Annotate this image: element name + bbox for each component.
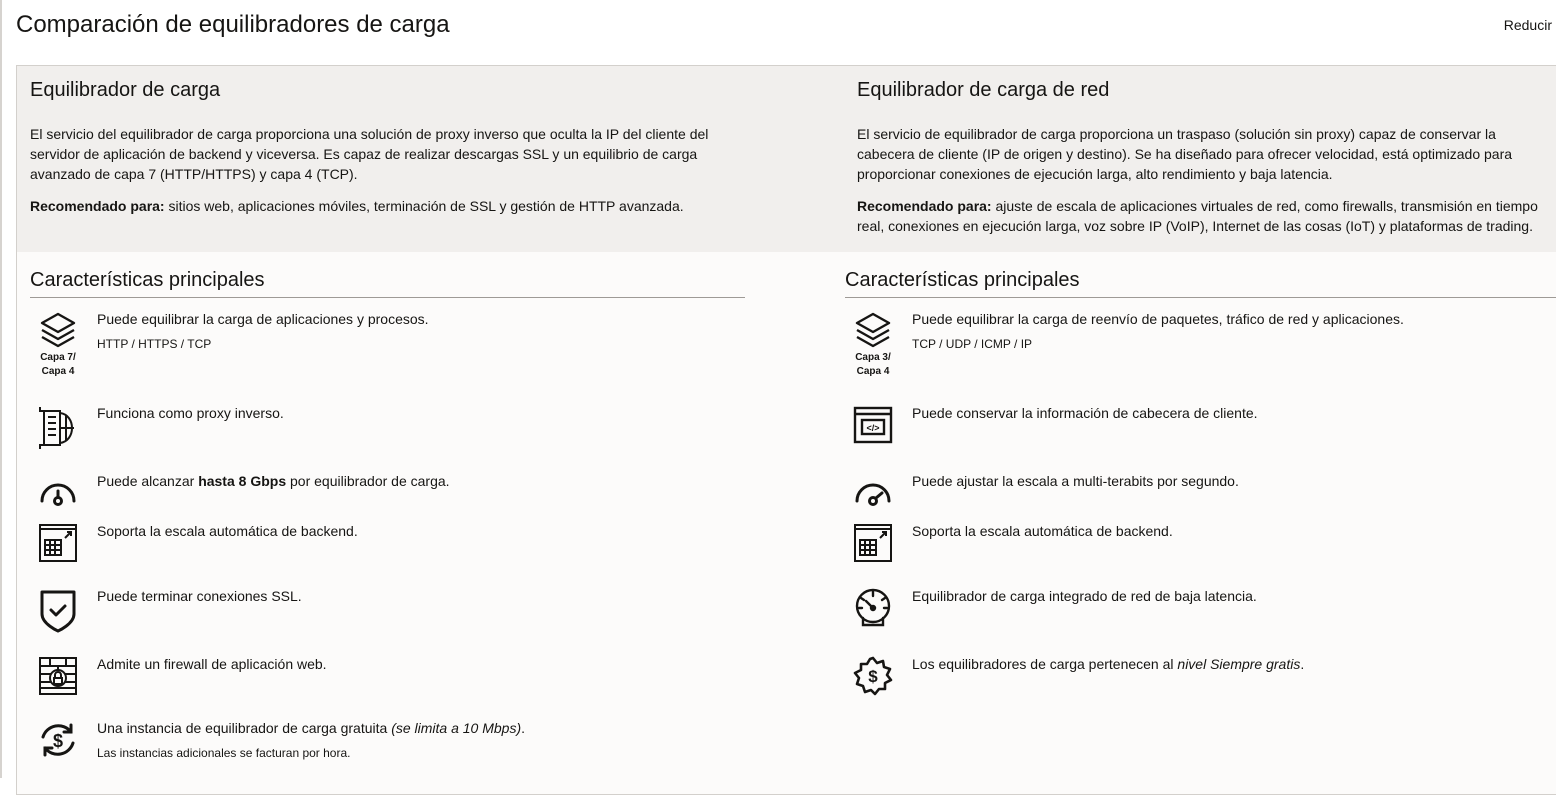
load-balancer-heading: Equilibrador de carga (30, 79, 221, 101)
feature-subtext: HTTP / HTTPS / TCP (97, 337, 212, 351)
collapse-link[interactable]: Reducir (1504, 17, 1552, 33)
reverse-proxy-icon (38, 405, 78, 449)
network-load-balancer-recommended: Recomendado para: ajuste de escala de ap… (857, 196, 1556, 236)
speedometer-icon (853, 473, 893, 517)
speedometer-icon (38, 473, 78, 517)
svg-text:</>: </> (866, 423, 879, 433)
feature-text: Equilibrador de carga integrado de red d… (912, 588, 1257, 604)
feature-text: Admite un firewall de aplicación web. (97, 656, 327, 672)
feature-text: Puede ajustar la escala a multi-terabits… (912, 473, 1239, 489)
feature-text: Puede conservar la información de cabece… (912, 405, 1258, 421)
feature-text: Los equilibradores de carga pertenecen a… (912, 656, 1305, 672)
code-window-icon: </> (853, 405, 893, 449)
layers-icon: Capa 7/ Capa 4 (38, 311, 78, 377)
feature-text: Soporta la escala automática de backend. (912, 523, 1173, 539)
load-balancer-description-text: El servicio del equilibrador de carga pr… (30, 126, 709, 182)
window-left-edge (0, 0, 2, 778)
autoscale-icon (853, 523, 893, 567)
recommended-label: Recomendado para: (30, 198, 165, 214)
layer-caption: Capa 3/ Capa 4 (855, 352, 891, 377)
feature-text: Puede equilibrar la carga de reenvío de … (912, 311, 1404, 327)
features-heading: Características principales (30, 269, 265, 291)
autoscale-icon (38, 523, 78, 567)
gauge-icon (853, 588, 893, 632)
recommended-label: Recomendado para: (857, 198, 992, 214)
feature-text: Soporta la escala automática de backend. (97, 523, 358, 539)
feature-subtext: Las instancias adicionales se facturan p… (97, 746, 351, 760)
load-balancer-recommended: Recomendado para: sitios web, aplicacion… (30, 196, 730, 216)
network-load-balancer-heading: Equilibrador de carga de red (857, 79, 1110, 101)
dollar-cycle-icon: $ (38, 720, 78, 764)
dollar-badge-icon: $ (853, 656, 893, 700)
feature-text: Puede alcanzar hasta 8 Gbps por equilibr… (97, 473, 450, 489)
feature-text: Funciona como proxy inverso. (97, 405, 284, 421)
layer-caption: Capa 7/ Capa 4 (40, 352, 76, 377)
comparison-panel: Equilibrador de carga El servicio del eq… (16, 65, 1556, 795)
feature-text: Puede terminar conexiones SSL. (97, 588, 302, 604)
network-load-balancer-description-text: El servicio de equilibrador de carga pro… (857, 126, 1513, 182)
page-title: Comparación de equilibradores de carga (16, 11, 450, 38)
feature-text: Una instancia de equilibrador de carga g… (97, 720, 526, 736)
features-divider (845, 297, 1556, 298)
features-divider (30, 297, 745, 298)
feature-text: Puede equilibrar la carga de aplicacione… (97, 311, 429, 327)
svg-text:$: $ (53, 731, 63, 751)
firewall-icon (38, 656, 78, 700)
features-heading: Características principales (845, 269, 1080, 291)
shield-check-icon (38, 588, 78, 633)
svg-text:$: $ (868, 667, 878, 686)
feature-subtext: TCP / UDP / ICMP / IP (912, 337, 1033, 351)
recommended-text: sitios web, aplicaciones móviles, termin… (164, 198, 684, 214)
layers-icon: Capa 3/ Capa 4 (853, 311, 893, 377)
